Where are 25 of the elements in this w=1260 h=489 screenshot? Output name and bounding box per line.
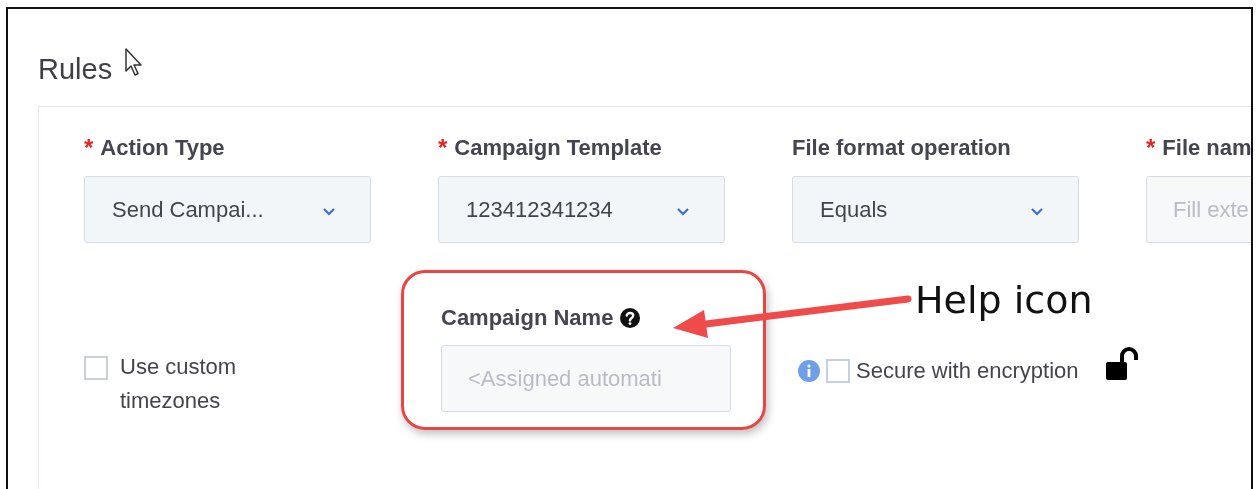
checkbox-label: Secure with encryption <box>856 357 1079 385</box>
required-mark: * <box>1146 134 1156 162</box>
required-mark: * <box>84 134 94 162</box>
chevron-down-icon <box>1030 207 1044 216</box>
checkbox-label: Use custom timezones <box>120 353 238 415</box>
field-label: File format operation <box>792 135 1011 161</box>
annotation-text: Help icon <box>915 278 1093 322</box>
field-label: Action Type <box>100 135 225 161</box>
field-label: Campaign Template <box>454 135 662 161</box>
dropdown[interactable]: 123412341234 <box>438 176 725 243</box>
checkbox[interactable] <box>826 359 850 383</box>
dropdown[interactable]: Equals <box>792 176 1079 243</box>
input-field[interactable]: <Assigned automati <box>441 345 731 412</box>
chevron-down-icon <box>676 207 690 216</box>
checkbox[interactable] <box>84 356 108 380</box>
help-icon[interactable] <box>620 308 641 328</box>
field-label: Campaign Name <box>441 305 614 331</box>
dropdown[interactable]: Send Campai... <box>84 176 371 243</box>
chevron-down-icon <box>322 207 336 216</box>
info-icon[interactable] <box>798 360 820 382</box>
required-mark: * <box>438 134 448 162</box>
field-label: File nam <box>1162 135 1251 161</box>
input-field[interactable]: Fill exte <box>1146 176 1251 243</box>
unlocked-padlock-icon[interactable] <box>1104 347 1139 381</box>
section-title: Rules <box>38 53 113 86</box>
